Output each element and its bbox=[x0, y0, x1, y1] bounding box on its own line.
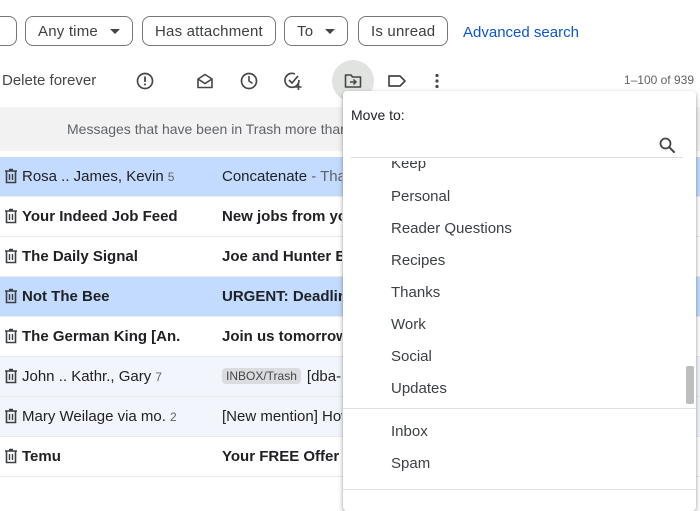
search-icon bbox=[659, 137, 675, 158]
email-subject: INBOX/Trash [dba- bbox=[222, 368, 344, 385]
thread-count: 2 bbox=[169, 410, 177, 424]
label-item-work[interactable]: Work bbox=[391, 316, 426, 333]
email-subject-text: [dba- bbox=[306, 368, 342, 385]
email-subject-text: [New mention] How bbox=[222, 408, 342, 425]
email-subject-text: Joe and Hunter Bi bbox=[222, 248, 342, 265]
thread-count: 5 bbox=[167, 170, 175, 184]
trash-icon bbox=[4, 168, 18, 189]
trash-icon bbox=[4, 248, 18, 269]
add-to-tasks-icon[interactable] bbox=[280, 68, 306, 94]
menu-scrollbar[interactable] bbox=[686, 366, 694, 404]
label-item-recipes[interactable]: Recipes bbox=[391, 252, 445, 269]
email-subject-text: Concatenate bbox=[222, 168, 308, 185]
label-list: Keep Personal Reader Questions Recipes Than… bbox=[343, 161, 696, 501]
any-time-label: Any time bbox=[38, 22, 98, 40]
email-sender: John .. Kathr., Gary 7 bbox=[22, 368, 162, 385]
email-subject-text: New jobs from your bbox=[222, 208, 342, 225]
email-subject-text: Your FREE Offer A bbox=[222, 448, 342, 465]
snooze-clock-icon[interactable] bbox=[236, 68, 262, 94]
email-sender-name: The Daily Signal bbox=[22, 248, 138, 265]
email-subject: New jobs from your bbox=[222, 208, 342, 225]
label-item-inbox[interactable]: Inbox bbox=[391, 423, 428, 440]
email-subject: Join us tomorrow bbox=[222, 328, 342, 345]
label-item-updates[interactable]: Updates bbox=[391, 380, 447, 397]
pagination-range: 1–100 of 939 bbox=[623, 73, 694, 87]
is-unread-filter[interactable]: Is unread bbox=[358, 16, 449, 46]
email-subject: Your FREE Offer A bbox=[222, 448, 342, 465]
trash-icon bbox=[4, 368, 18, 389]
email-sender: The Daily Signal bbox=[22, 248, 138, 265]
email-sender-name: Rosa .. James, Kevin bbox=[22, 168, 164, 185]
email-subject: Concatenate - Thank bbox=[222, 168, 342, 185]
email-sender: Not The Bee bbox=[22, 288, 110, 305]
trash-icon bbox=[4, 288, 18, 309]
label-item-reader-questions[interactable]: Reader Questions bbox=[391, 220, 512, 237]
move-to-title: Move to: bbox=[351, 107, 405, 123]
filter-chip-partial[interactable] bbox=[0, 16, 17, 46]
chevron-down-icon bbox=[109, 28, 120, 34]
menu-divider bbox=[343, 489, 696, 490]
email-subject: [New mention] How bbox=[222, 408, 342, 425]
email-sender: The German King [An. bbox=[22, 328, 180, 345]
trash-icon bbox=[4, 408, 18, 429]
chevron-down-icon bbox=[325, 28, 336, 34]
email-snippet: - Thank bbox=[311, 168, 342, 185]
label-item-keep[interactable]: Keep bbox=[391, 161, 426, 172]
label-item-personal[interactable]: Personal bbox=[391, 188, 450, 205]
trash-icon bbox=[4, 208, 18, 229]
is-unread-label: Is unread bbox=[371, 22, 436, 40]
label-badge: INBOX/Trash bbox=[222, 368, 301, 384]
delete-forever-button[interactable]: Delete forever bbox=[2, 72, 96, 89]
any-time-filter[interactable]: Any time bbox=[25, 16, 133, 46]
label-search-input[interactable] bbox=[351, 127, 683, 158]
email-sender-name: John .. Kathr., Gary bbox=[22, 368, 152, 385]
label-item-spam[interactable]: Spam bbox=[391, 455, 430, 472]
email-sender-name: The German King [An. bbox=[22, 328, 181, 345]
email-subject: Joe and Hunter Bi bbox=[222, 248, 342, 265]
to-label: To bbox=[297, 22, 314, 40]
move-to-menu: Move to: Keep Personal Reader Questions Re… bbox=[343, 91, 696, 511]
report-spam-icon[interactable] bbox=[132, 68, 158, 94]
email-sender: Mary Weilage via mo. 2 bbox=[22, 408, 177, 425]
email-sender: Your Indeed Job Feed bbox=[22, 208, 178, 225]
advanced-search-link[interactable]: Advanced search bbox=[463, 24, 579, 41]
mark-as-read-icon[interactable] bbox=[192, 68, 218, 94]
email-subject-text: URGENT: Deadline bbox=[222, 288, 342, 305]
trash-icon bbox=[4, 328, 18, 349]
label-item-social[interactable]: Social bbox=[391, 348, 432, 365]
thread-count: 7 bbox=[155, 370, 162, 384]
email-sender-name: Temu bbox=[22, 448, 61, 465]
email-subject: URGENT: Deadline bbox=[222, 288, 342, 305]
email-sender-name: Not The Bee bbox=[22, 288, 110, 305]
email-sender: Rosa .. James, Kevin 5 bbox=[22, 168, 174, 185]
email-sender: Temu bbox=[22, 448, 61, 465]
label-item-thanks[interactable]: Thanks bbox=[391, 284, 440, 301]
menu-divider bbox=[343, 408, 696, 409]
has-attachment-label: Has attachment bbox=[155, 22, 263, 40]
search-filter-bar: Any time Has attachment To Is unread Adv… bbox=[0, 14, 700, 50]
has-attachment-filter[interactable]: Has attachment bbox=[142, 16, 276, 46]
to-filter[interactable]: To bbox=[284, 16, 349, 46]
trash-icon bbox=[4, 448, 18, 469]
email-sender-name: Your Indeed Job Feed bbox=[22, 208, 178, 225]
email-subject-text: Join us tomorrow bbox=[222, 328, 342, 345]
email-sender-name: Mary Weilage via mo. bbox=[22, 408, 166, 425]
